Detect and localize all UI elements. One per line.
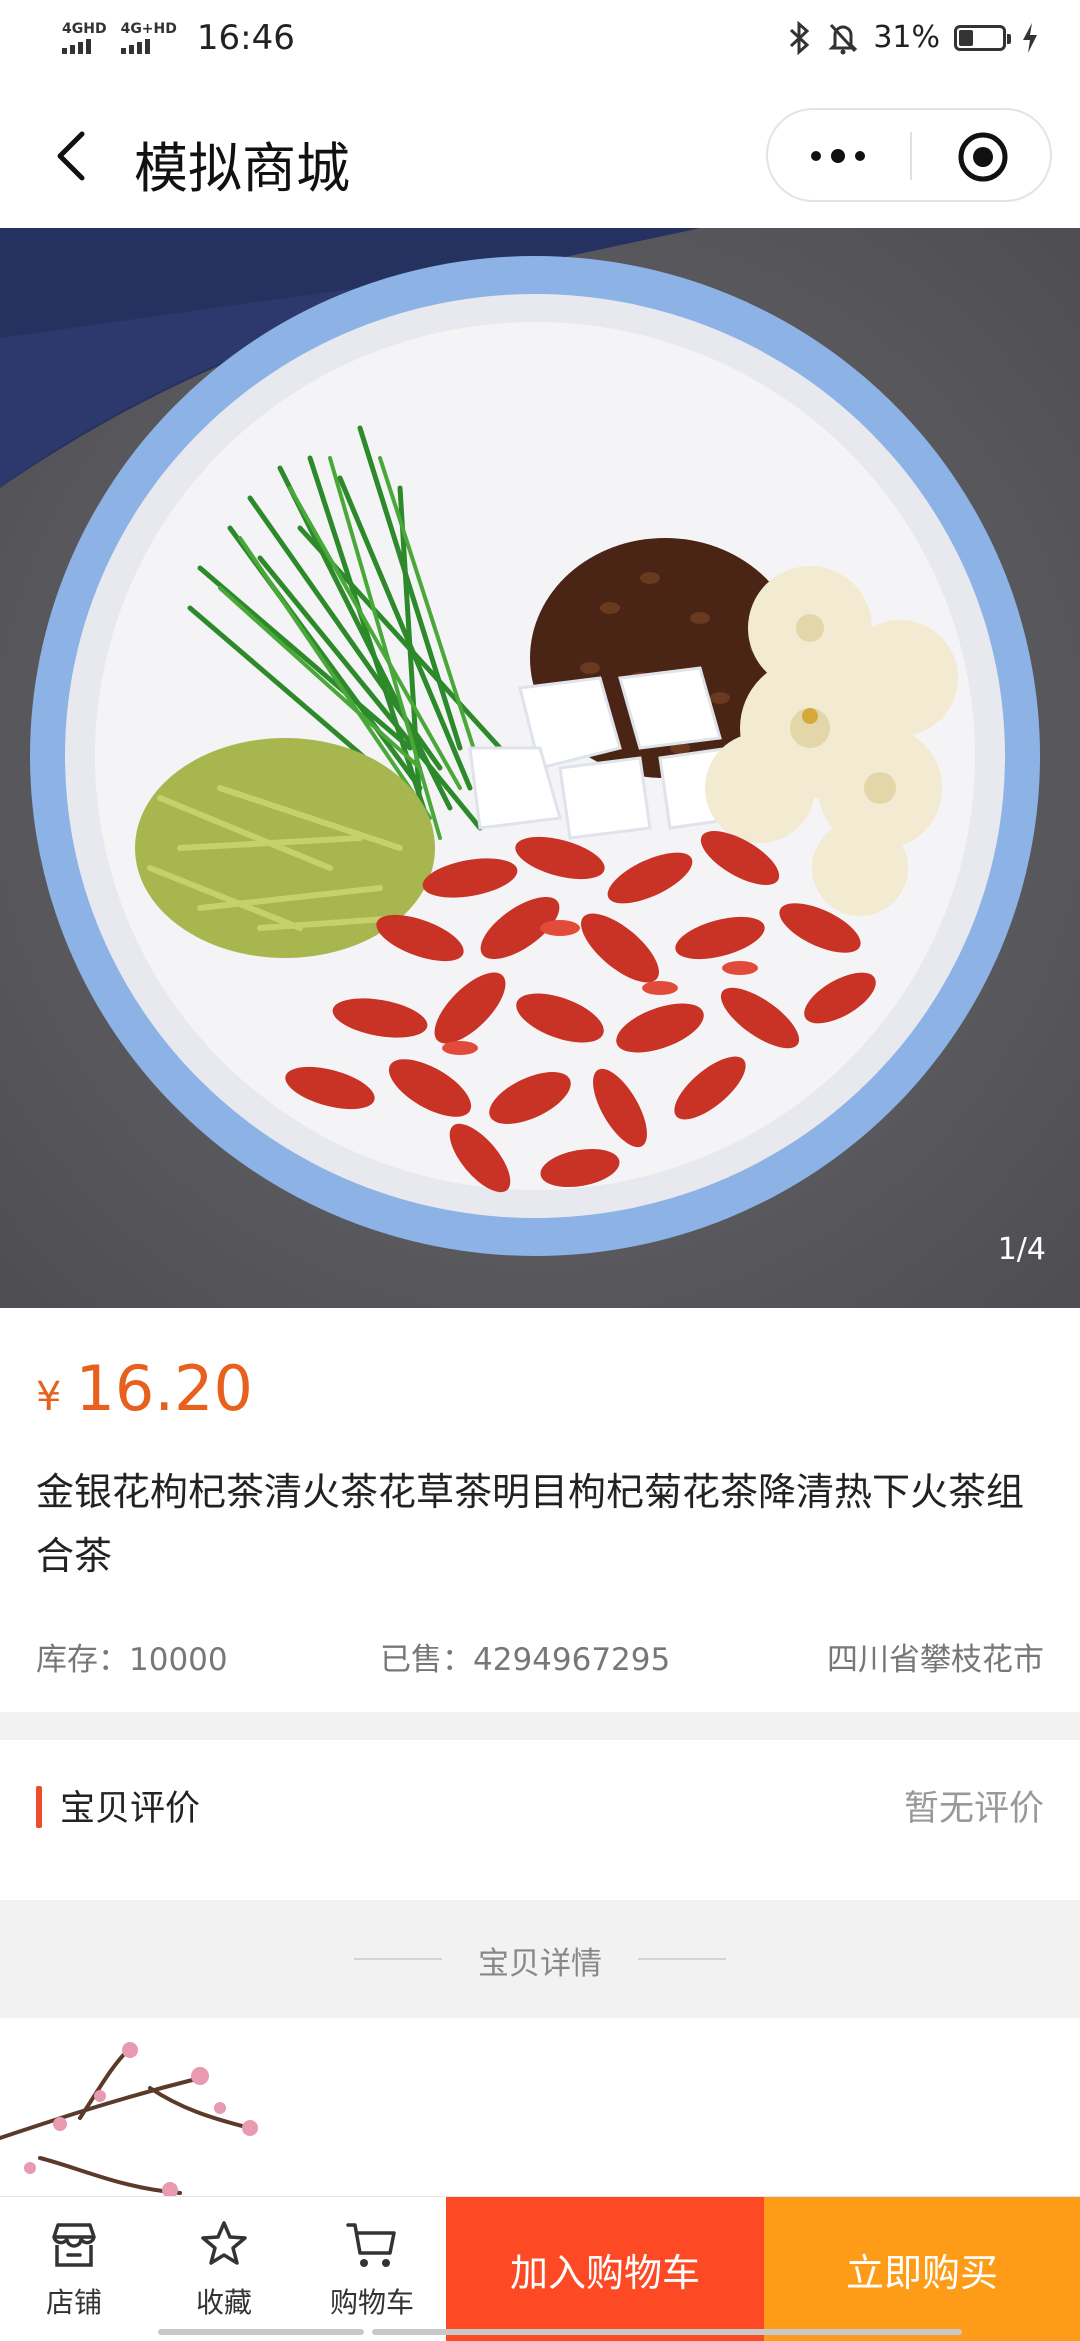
cart-label: 购物车: [329, 2286, 414, 2319]
detail-image: [0, 2018, 1080, 2198]
more-icon[interactable]: [806, 138, 870, 174]
product-image-carousel[interactable]: 1/4: [0, 228, 1080, 1308]
cart-button[interactable]: 购物车: [298, 2197, 446, 2341]
reviews-section[interactable]: 宝贝评价 暂无评价: [0, 1740, 1080, 1900]
plum-blossom-illustration: [0, 2042, 796, 2198]
miniprogram-capsule: [766, 108, 1052, 202]
status-left: 4GHD 4G+HD 16:46: [62, 18, 295, 58]
mute-bell-icon: [828, 23, 858, 54]
divider-line-right: [638, 1958, 726, 1960]
reviews-empty-text: 暂无评价: [903, 1789, 1044, 1829]
close-miniprogram-icon[interactable]: [956, 130, 1010, 184]
product-info: ¥ 16.20 金银花枸杞茶清火茶花草茶明目枸杞菊花茶降清热下火茶组合茶 库存：…: [0, 1308, 1080, 1712]
buy-now-button[interactable]: 立即购买: [764, 2197, 1080, 2341]
sold-count: 已售：4294967295: [380, 1642, 671, 1678]
cart-icon: [346, 2223, 396, 2267]
signal-1: 4GHD: [62, 22, 107, 54]
battery-percent: 31%: [873, 20, 940, 55]
battery-icon: [954, 24, 1011, 51]
add-to-cart-button[interactable]: 加入购物车: [446, 2197, 764, 2341]
bluetooth-icon: [790, 20, 810, 55]
ship-location: 四川省攀枝花市: [827, 1642, 1044, 1678]
reviews-title: 宝贝评价: [60, 1789, 201, 1829]
charging-icon: [1023, 22, 1037, 53]
image-counter: 1/4: [997, 1232, 1046, 1267]
details-title: 宝贝详情: [478, 1946, 602, 1982]
stock-count: 库存：10000: [36, 1642, 228, 1678]
capsule-divider: [910, 132, 912, 180]
favorite-button[interactable]: 收藏: [150, 2197, 298, 2341]
store-label: 店铺: [45, 2286, 102, 2319]
product-photo: [0, 228, 1080, 1308]
bottom-action-bar: 店铺 收藏 购物车 加入购物车 立即购买: [0, 2196, 1080, 2341]
network-type-2: 4G+HD: [120, 21, 177, 37]
favorite-label: 收藏: [195, 2286, 252, 2319]
price: ¥ 16.20: [36, 1352, 253, 1425]
product-title: 金银花枸杞茶清火茶花草茶明目枸杞菊花茶降清热下火茶组合茶: [36, 1470, 1025, 1578]
signal-bars-icon: [120, 39, 177, 54]
currency-symbol: ¥: [36, 1374, 62, 1420]
network-type-1: 4GHD: [62, 21, 107, 37]
signal-2: 4G+HD: [120, 21, 177, 54]
status-bar: 4GHD 4G+HD 16:46 31%: [0, 0, 1080, 84]
signal-bars-icon: [62, 39, 107, 54]
store-button[interactable]: 店铺: [0, 2197, 148, 2341]
price-value: 16.20: [75, 1352, 253, 1425]
back-icon[interactable]: [44, 126, 104, 186]
store-icon: [52, 2223, 96, 2267]
gesture-bar: [0, 2329, 1080, 2335]
details-divider: 宝贝详情: [0, 1900, 1080, 2018]
star-icon: [201, 2221, 247, 2265]
clock: 16:46: [196, 18, 295, 58]
section-accent-bar: [36, 1786, 42, 1828]
page-title: 模拟商城: [134, 137, 350, 200]
nav-bar: 模拟商城: [0, 84, 1080, 228]
status-right: 31%: [787, 20, 1040, 55]
